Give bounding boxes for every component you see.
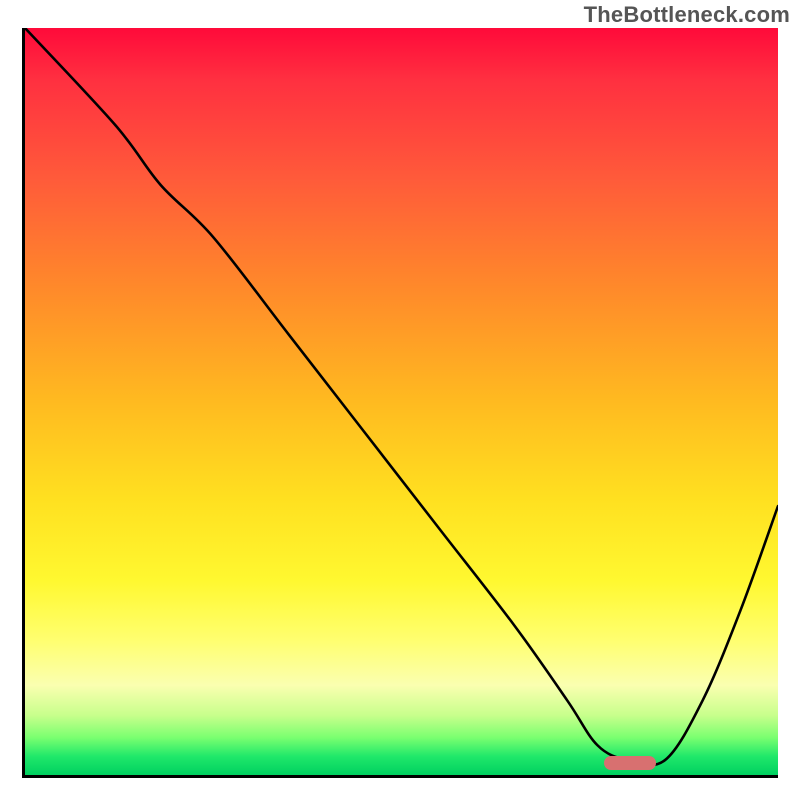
bottleneck-curve: [25, 28, 778, 775]
optimal-range-marker: [604, 756, 656, 770]
watermark-text: TheBottleneck.com: [584, 2, 790, 28]
plot-area: [22, 28, 778, 778]
chart-container: TheBottleneck.com: [0, 0, 800, 800]
